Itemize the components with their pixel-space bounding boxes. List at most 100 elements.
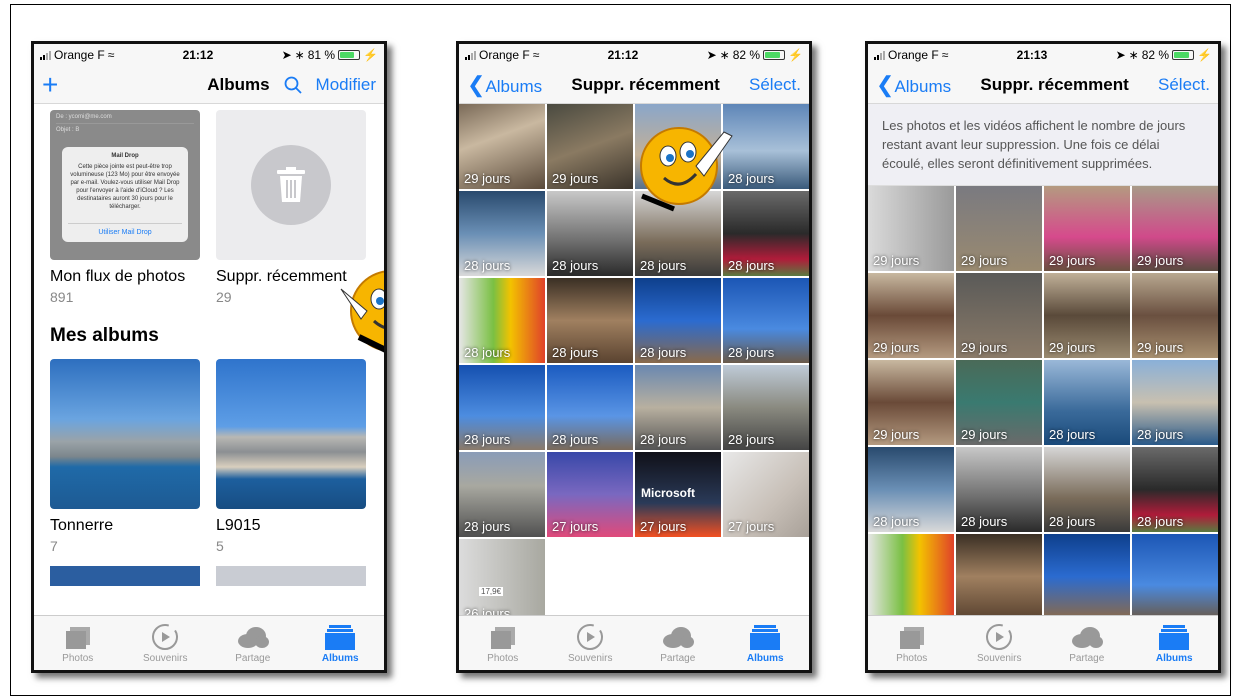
photo-thumbnail[interactable]: 28 jours <box>547 191 633 276</box>
tab-albums[interactable]: Albums <box>1139 623 1209 664</box>
photo-thumbnail[interactable]: 29 jours <box>1132 186 1218 271</box>
mail-drop-action: Utiliser Mail Drop <box>68 223 182 236</box>
days-remaining-label: 28 jours <box>552 432 599 447</box>
photo-thumbnail[interactable]: 29 jours <box>547 104 633 189</box>
tab-label: Souvenirs <box>977 652 1022 664</box>
album-count: 7 <box>50 538 58 554</box>
tab-bar: Photos Souvenirs Partage Albums <box>34 615 384 670</box>
tab-memories[interactable]: Souvenirs <box>555 623 625 664</box>
tab-photos[interactable]: Photos <box>877 623 947 664</box>
tab-photos[interactable]: Photos <box>43 623 113 664</box>
bluetooth-icon: ∗ <box>1128 48 1139 62</box>
album-l9015[interactable]: L9015 5 <box>216 359 366 554</box>
search-icon[interactable] <box>284 76 302 94</box>
album-name: L9015 <box>216 517 261 534</box>
tab-bar: Photos Souvenirs Partage Albums <box>868 615 1218 670</box>
tab-albums[interactable]: Albums <box>730 623 800 664</box>
photo-thumbnail[interactable]: 28 jours <box>459 365 545 450</box>
albums-icon <box>1159 624 1190 650</box>
photo-thumbnail[interactable]: 28 jours <box>956 447 1042 532</box>
photo-thumbnail[interactable]: 28 jours <box>459 191 545 276</box>
album-thumbnail <box>50 566 200 586</box>
clock: 21:13 <box>1016 48 1048 62</box>
photo-thumbnail[interactable]: 29 jours <box>956 273 1042 358</box>
photo-thumbnail[interactable]: 28 jours <box>1132 360 1218 445</box>
photo-thumbnail[interactable]: 28 jours <box>635 365 721 450</box>
photo-thumbnail[interactable]: 28 jours <box>723 104 809 189</box>
photo-thumbnail[interactable]: 28 jours <box>459 278 545 363</box>
days-remaining-label: 29 jours <box>873 340 920 355</box>
days-remaining-label: 28 jours <box>728 171 775 186</box>
photo-thumbnail[interactable] <box>956 534 1042 619</box>
photo-thumbnail[interactable]: 27 jours Microsoft <box>635 452 721 537</box>
photo-thumbnail[interactable] <box>1044 534 1130 619</box>
tab-label: Albums <box>321 652 359 664</box>
photo-thumbnail[interactable]: 29 jours <box>956 186 1042 271</box>
photo-thumbnail[interactable]: 29 jours <box>1044 186 1130 271</box>
status-bar: Orange F ≈ 21:13 ➤ ∗ 82 % ⚡ <box>868 44 1218 66</box>
tab-memories[interactable]: Souvenirs <box>964 623 1034 664</box>
pointing-smiley-icon <box>340 270 384 353</box>
photo-thumbnail[interactable]: 28 jours <box>635 278 721 363</box>
clock: 21:12 <box>182 48 214 62</box>
clock: 21:12 <box>607 48 639 62</box>
battery-icon <box>1172 50 1195 60</box>
photo-thumbnail[interactable]: 29 jours <box>1132 273 1218 358</box>
album-thumbnail <box>50 359 200 509</box>
photo-thumbnail[interactable]: 29 jours <box>868 186 954 271</box>
tab-shared[interactable]: Partage <box>218 623 288 664</box>
tab-albums[interactable]: Albums <box>305 623 375 664</box>
albums-icon <box>750 624 781 650</box>
days-remaining-label: 28 jours <box>640 345 687 360</box>
photo-thumbnail[interactable]: 28 jours <box>723 191 809 276</box>
add-album-button[interactable]: + <box>42 69 58 101</box>
select-button[interactable]: Sélect. <box>749 75 801 95</box>
days-remaining-label: 28 jours <box>728 258 775 273</box>
photo-thumbnail[interactable]: 28 jours <box>723 278 809 363</box>
album-thumbnail <box>216 359 366 509</box>
album-tonnerre[interactable]: Tonnerre 7 <box>50 359 200 554</box>
chevron-left-icon: ❮ <box>467 71 486 97</box>
photo-thumbnail[interactable]: 29 jours <box>459 104 545 189</box>
album-name: Mon flux de photos <box>50 268 186 285</box>
photo-thumbnail[interactable]: 28 jours <box>1132 447 1218 532</box>
charging-icon: ⚡ <box>363 48 378 62</box>
tab-photos[interactable]: Photos <box>468 623 538 664</box>
tab-shared[interactable]: Partage <box>643 623 713 664</box>
phone-recently-deleted-info: Orange F ≈ 21:13 ➤ ∗ 82 % ⚡ ❮Albums Suppr. r… <box>865 41 1221 673</box>
memories-icon <box>986 623 1013 650</box>
navigation-bar: + Albums Modifier <box>34 66 384 104</box>
photo-thumbnail[interactable]: 28 jours <box>868 447 954 532</box>
back-button[interactable]: ❮Albums <box>876 72 951 98</box>
edit-button[interactable]: Modifier <box>316 75 376 95</box>
photo-thumbnail[interactable] <box>1132 534 1218 619</box>
photo-thumbnail[interactable]: 29 jours <box>1044 273 1130 358</box>
photo-thumbnail[interactable]: 28 jours <box>547 278 633 363</box>
photo-thumbnail[interactable]: 26 jours 17,9€ <box>459 539 545 624</box>
charging-icon: ⚡ <box>788 48 803 62</box>
photo-thumbnail[interactable]: 27 jours <box>547 452 633 537</box>
photo-thumbnail[interactable]: 28 jours <box>459 452 545 537</box>
days-remaining-label: 28 jours <box>552 345 599 360</box>
days-remaining-label: 28 jours <box>961 514 1008 529</box>
days-remaining-label: 28 jours <box>1049 514 1096 529</box>
photo-thumbnail[interactable]: 28 jours <box>723 365 809 450</box>
days-remaining-label: 27 jours <box>728 519 775 534</box>
photo-thumbnail[interactable]: 28 jours <box>1044 447 1130 532</box>
photo-thumbnail[interactable]: 27 jours <box>723 452 809 537</box>
photo-thumbnail[interactable]: 29 jours <box>868 273 954 358</box>
days-remaining-label: 29 jours <box>961 427 1008 442</box>
photo-thumbnail[interactable]: 29 jours <box>956 360 1042 445</box>
photo-thumbnail[interactable]: 29 jours <box>868 360 954 445</box>
album-my-photo-stream[interactable]: De : ycomi@me.com Objet : B Mail Drop Ce… <box>50 110 200 305</box>
signal-icon <box>465 50 476 60</box>
photo-thumbnail[interactable] <box>868 534 954 619</box>
back-button[interactable]: ❮Albums <box>467 72 542 98</box>
select-button[interactable]: Sélect. <box>1158 75 1210 95</box>
photo-thumbnail[interactable]: 28 jours <box>547 365 633 450</box>
days-remaining-label: 29 jours <box>1049 253 1096 268</box>
tab-shared[interactable]: Partage <box>1052 623 1122 664</box>
photo-thumbnail[interactable]: 28 jours <box>1044 360 1130 445</box>
tab-memories[interactable]: Souvenirs <box>130 623 200 664</box>
photo-grid: 29 jours 29 jours 29 jours 29 jours 29 jours… <box>868 186 1218 619</box>
